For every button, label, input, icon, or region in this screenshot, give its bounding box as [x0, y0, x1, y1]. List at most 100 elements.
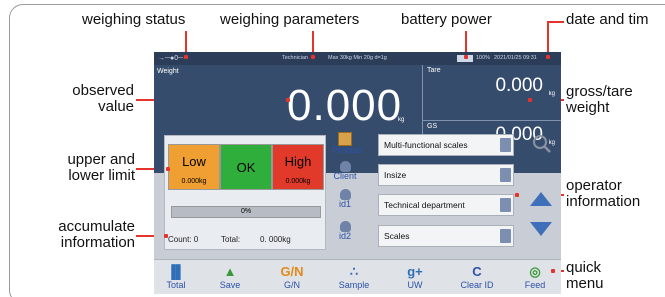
menu-sample[interactable]: ∴ Sample [329, 263, 379, 291]
callout-observed-value-line2: value [98, 98, 134, 115]
tare-value: 0.000 [495, 75, 543, 96]
menu-clear-id-label: Clear ID [460, 280, 494, 290]
menu-clear-id[interactable]: C Clear ID [452, 263, 502, 291]
id2-value: Scales [384, 231, 410, 241]
leader-line [547, 21, 564, 23]
id1-select-button[interactable] [500, 198, 511, 212]
product-field[interactable]: Multi-functional scales [378, 134, 514, 156]
callout-date-and-time: date and tim [566, 11, 649, 28]
uw-icon: g+ [407, 264, 423, 279]
callout-quick-line2: menu [566, 275, 604, 292]
leader-dot [515, 193, 519, 197]
callout-upper-lower-line1: upper and [67, 151, 135, 168]
callout-weighing-parameters: weighing parameters [220, 11, 360, 28]
id2-label: id2 [338, 231, 351, 241]
leader-dot [286, 98, 290, 102]
product-select-button[interactable] [500, 138, 511, 152]
tare-label: Tare [427, 67, 441, 74]
status-bar: →─●0─ Technician Max 30kg Min 20g d=1g 1… [154, 52, 561, 65]
product-icon [338, 132, 352, 146]
observed-unit: kg [398, 117, 405, 123]
callout-battery-power: battery power [401, 11, 492, 28]
tare-box: Tare 0.000 kg [422, 65, 561, 121]
save-icon: ▲ [223, 264, 237, 279]
callout-operator-line2: information [566, 193, 641, 210]
callout-operator-line1: operator [566, 177, 622, 194]
callout-accumulate-line1: accumulate [58, 218, 135, 235]
accumulate-total-label: Total: [221, 235, 241, 244]
accumulate-total-value: 0. 000kg [260, 235, 291, 244]
id1-button[interactable]: id1 [332, 189, 358, 209]
callout-observed-value: observed value [28, 83, 134, 115]
callout-upper-lower-line2: lower limit [68, 167, 135, 184]
leader-dot [528, 98, 532, 102]
callout-weighing-status: weighing status [82, 11, 186, 28]
battery-level: 100% [476, 55, 491, 61]
menu-uw[interactable]: g+ UW [390, 263, 440, 291]
callout-upper-lower-limit: upper and lower limit [28, 152, 135, 184]
menu-gn-label: G/N [283, 280, 300, 290]
tare-unit: kg [548, 91, 555, 97]
id1-label: id1 [338, 199, 351, 209]
search-icon[interactable] [532, 134, 552, 154]
product-value: Multi-functional scales [384, 140, 468, 150]
callout-gross-tare-line1: gross/tare [566, 83, 633, 100]
client-field[interactable]: Insize [378, 164, 514, 186]
product-label: Product [332, 145, 364, 155]
callout-accumulate-information: accumulate information [22, 219, 135, 251]
callout-quick-line1: quick [566, 259, 602, 276]
leader-dot [464, 55, 468, 59]
total-icon: ▐▌ [166, 264, 186, 279]
ok-box: OK [220, 144, 272, 190]
menu-gn[interactable]: G/N G/N [267, 263, 317, 291]
callout-gross-tare-line2: weight [566, 99, 610, 116]
arrow-up-icon[interactable] [530, 192, 552, 206]
low-limit-value: 0.000kg [181, 178, 207, 185]
menu-save[interactable]: ▲ Save [205, 263, 255, 291]
menu-save-label: Save [219, 280, 241, 290]
weight-label: Weight [157, 68, 179, 75]
leader-dot [164, 234, 168, 238]
low-limit-label: Low [182, 154, 206, 169]
user-role: Technician [282, 55, 308, 61]
scale-screen: →─●0─ Technician Max 30kg Min 20g d=1g 1… [154, 52, 561, 294]
limit-panel: Low 0.000kg OK High 0.000kg 0% Count: 0 … [164, 135, 326, 250]
weighing-parameters: Max 30kg Min 20g d=1g [328, 55, 387, 61]
menu-total-label: Total [166, 280, 186, 290]
clear-id-icon: C [472, 264, 482, 279]
gross-label: GS [427, 123, 438, 130]
callout-quick-menu: quick menu [566, 260, 604, 292]
id2-button[interactable]: id2 [332, 221, 358, 241]
id2-select-button[interactable] [500, 229, 511, 243]
progress-bar: 0% [171, 206, 321, 218]
leader-dot [311, 55, 315, 59]
weighing-status-icon: →─●0─ [158, 55, 184, 62]
menu-feed[interactable]: ◎ Feed [510, 263, 560, 291]
sample-icon: ∴ [349, 264, 359, 279]
high-limit-box[interactable]: High 0.000kg [272, 144, 324, 190]
id2-field[interactable]: Scales [378, 225, 514, 247]
arrow-down-icon[interactable] [530, 222, 552, 236]
callout-observed-value-line1: observed [72, 82, 134, 99]
ok-label: OK [236, 160, 256, 175]
accumulate-count: Count: 0 [168, 235, 199, 244]
leader-dot [546, 55, 550, 59]
menu-uw-label: UW [407, 280, 423, 290]
leader-dot [551, 269, 555, 273]
client-select-button[interactable] [500, 168, 511, 182]
callout-accumulate-line2: information [60, 234, 135, 251]
client-value: Insize [384, 170, 407, 180]
high-limit-label: High [284, 154, 312, 169]
menu-sample-label: Sample [338, 280, 370, 290]
product-button[interactable]: Product [332, 132, 364, 155]
leader-dot [184, 55, 188, 59]
high-limit-value: 0.000kg [285, 178, 311, 185]
id1-field[interactable]: Technical department [378, 194, 514, 216]
client-button[interactable]: Client [332, 161, 358, 181]
callout-gross-tare: gross/tare weight [566, 84, 633, 116]
gn-icon: G/N [280, 264, 304, 279]
low-limit-box[interactable]: Low 0.000kg [168, 144, 220, 190]
client-label: Client [333, 171, 357, 181]
menu-total[interactable]: ▐▌ Total [154, 263, 201, 291]
id1-value: Technical department [384, 200, 465, 210]
